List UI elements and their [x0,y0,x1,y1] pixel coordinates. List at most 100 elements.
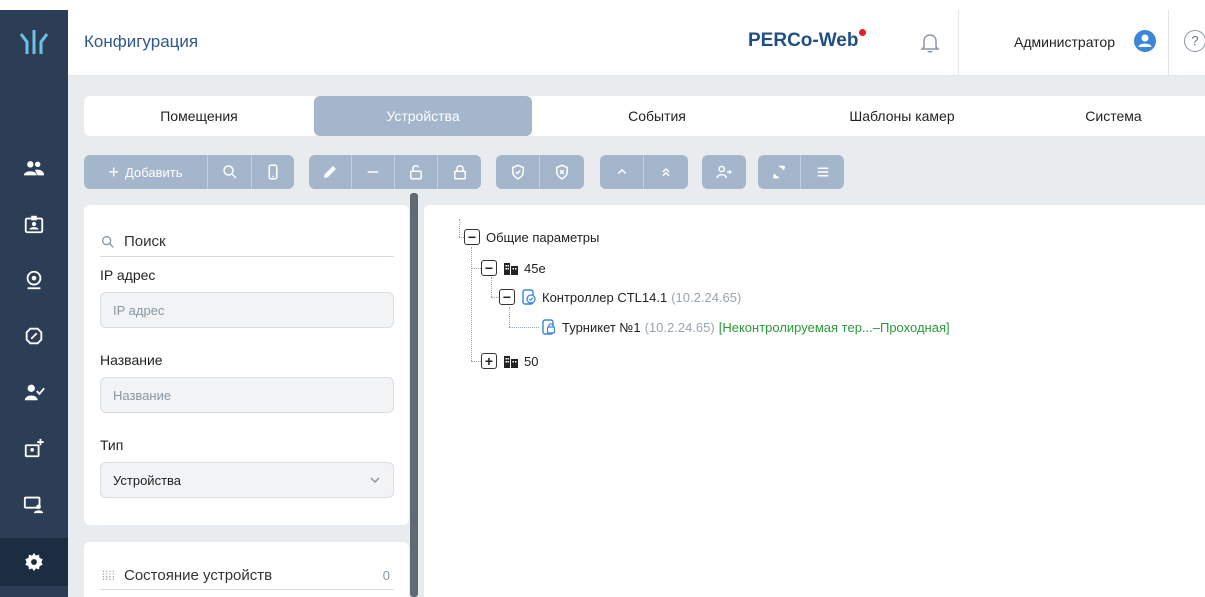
search-icon [102,235,114,248]
verification-icon[interactable] [0,370,68,414]
edit-button[interactable] [309,155,352,189]
lock-icon [453,165,466,180]
collapse-toggle-icon[interactable]: − [499,289,515,305]
tree-connector [509,327,539,328]
tab-devices[interactable]: Устройства [314,96,532,136]
tree-connector [491,277,492,297]
staff-icon[interactable] [0,146,68,190]
hamburger-menu-icon [817,167,828,177]
type-label: Тип [100,437,124,453]
controller-icon [522,289,536,305]
refresh-icon [772,165,786,179]
tree-node-building[interactable]: + 50 [481,353,538,369]
unlock-icon [410,165,422,180]
visitor-pass-icon[interactable] [0,258,68,302]
expand-toggle-icon[interactable]: + [481,353,497,369]
search-button[interactable] [208,155,252,189]
user-name[interactable]: Администратор [1014,34,1115,50]
collapse-toggle-icon[interactable]: − [481,260,497,276]
settings-gear-icon[interactable] [0,538,68,586]
add-button[interactable]: + Добавить [84,155,208,189]
perco-logo-icon[interactable] [0,10,68,76]
toolbar-group-main: + Добавить [84,155,294,189]
plus-icon: + [108,161,120,182]
tree-node-label: Турникет №1 [562,319,641,335]
brand-logo: PERCo-Web [748,29,867,52]
id-card-icon[interactable] [0,202,68,246]
tree-node-building[interactable]: − 45е [481,260,546,276]
toolbar-group-edit [309,155,481,189]
building-icon [504,263,518,275]
filter-search-label: Поиск [124,233,166,250]
arm-button[interactable] [496,155,540,189]
toolbar-group-collapse [600,155,688,189]
tree-node-label: 45е [524,260,546,276]
add-employee-icon[interactable] [0,426,68,470]
section-tabs: Помещения Устройства События Шаблоны кам… [84,96,1205,136]
device-state-label: Состояние устройств [124,567,273,584]
collapse-all-button[interactable] [644,155,688,189]
notifications-bell-icon[interactable] [918,30,942,54]
refresh-button[interactable] [758,155,801,189]
tree-node-label: Общие параметры [486,229,600,245]
tree-node-label: Контроллер CTL14.1 [542,289,668,305]
panel-splitter-handle[interactable] [410,193,418,597]
device-button[interactable] [252,155,294,189]
search-icon [222,165,237,179]
collapse-button[interactable] [600,155,644,189]
ip-label: IP адрес [100,267,156,283]
device-tree: − Общие параметры − 45е − Контроллер CTL… [424,205,1205,597]
access-levels-icon[interactable] [0,314,68,358]
pencil-icon [324,166,336,178]
help-icon[interactable]: ? [1184,30,1205,52]
minus-icon [367,171,379,173]
tab-camera-templates[interactable]: Шаблоны камер [782,96,1022,136]
filter-panel: Поиск IP адрес IP адрес Название Названи… [84,205,409,525]
turnstile-zone: [Неконтролируемая тер...–Проходная] [718,319,950,335]
type-select-value: Устройства [113,472,182,488]
transfer-button[interactable] [702,155,746,189]
lock-button[interactable] [438,155,481,189]
tab-system[interactable]: Система [1022,96,1205,136]
user-avatar-icon[interactable] [1134,30,1156,52]
turnstile-ip: (10.2.24.65) [644,319,715,335]
filter-search[interactable]: Поиск [100,227,394,257]
tree-connector [471,268,481,269]
mobile-device-icon [268,164,278,180]
shield-cross-icon [556,164,568,180]
disarm-button[interactable] [540,155,584,189]
remove-button[interactable] [352,155,395,189]
toolbar-group-transfer [702,155,746,189]
tree-connector [509,307,510,327]
page-title: Конфигурация [84,32,199,51]
tree-node-root[interactable]: − Общие параметры [464,229,599,245]
collapse-toggle-icon[interactable]: − [464,229,480,245]
monitoring-icon[interactable] [0,482,68,526]
tab-events[interactable]: События [532,96,782,136]
chevron-down-icon [370,477,380,484]
tree-node-label: 50 [524,353,539,369]
ip-address-input[interactable]: IP адрес [100,292,394,328]
name-input[interactable]: Название [100,377,394,413]
name-label: Название [100,352,163,368]
building-icon [504,356,518,368]
tree-node-turnstile[interactable]: Турникет №1 (10.2.24.65) [Неконтролируем… [541,319,950,335]
user-arrow-icon [716,165,732,179]
type-select[interactable]: Устройства [100,462,394,498]
menu-button[interactable] [801,155,844,189]
device-state-panel: Состояние устройств 0 [84,542,409,597]
tree-connector [471,247,472,361]
unlock-button[interactable] [395,155,438,189]
tab-rooms[interactable]: Помещения [84,96,314,136]
brand-dot-icon [859,29,867,36]
top-header: Конфигурация PERCo-Web Администратор ? [68,10,1205,76]
header-divider [958,10,959,76]
brand-name: PERCo-Web [748,30,859,51]
toolbar-group-security [496,155,584,189]
shield-check-icon [511,164,524,180]
device-state-header[interactable]: Состояние устройств 0 [100,562,394,590]
toolbar-group-refresh [758,155,844,189]
status-grid-icon [102,570,114,581]
tree-node-controller[interactable]: − Контроллер CTL14.1 (10.2.24.65) [499,289,741,305]
device-state-count: 0 [382,568,390,583]
